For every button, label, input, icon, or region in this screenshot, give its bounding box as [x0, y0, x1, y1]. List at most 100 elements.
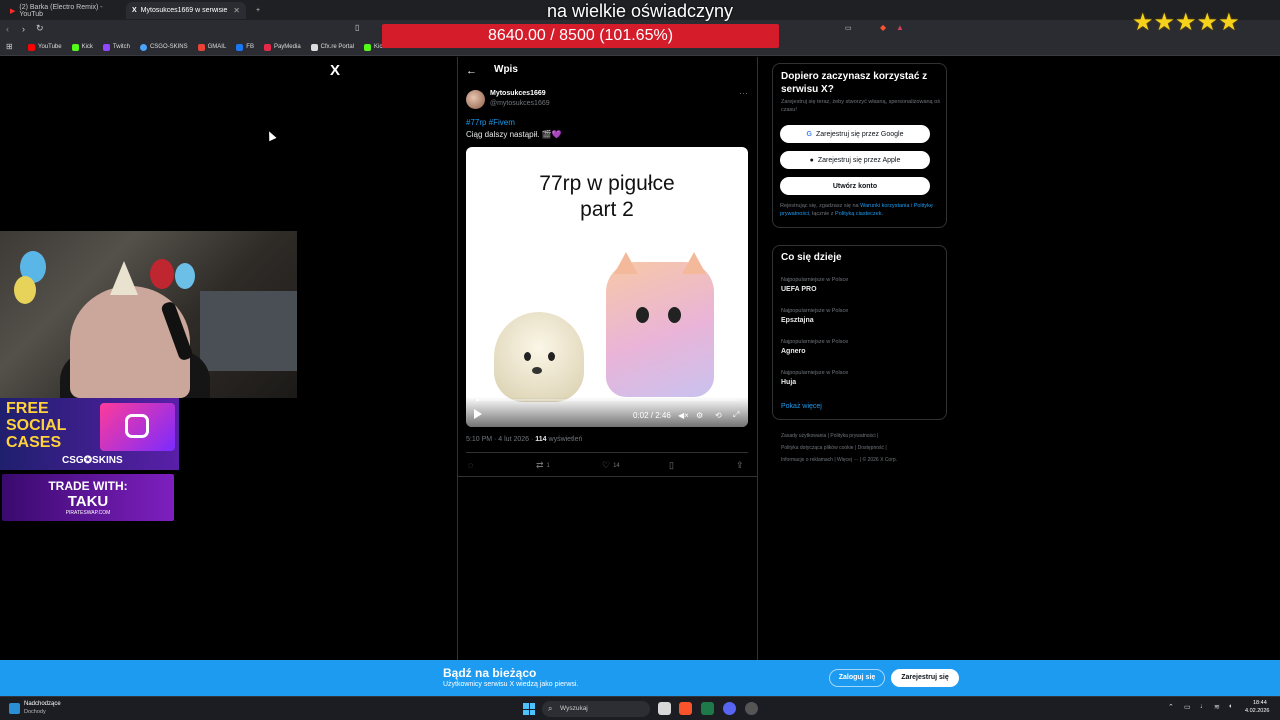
video-progress-bar[interactable] — [476, 399, 738, 401]
discord-icon[interactable] — [723, 702, 736, 715]
tray-chevron-icon[interactable]: ⌃ — [1168, 703, 1174, 711]
show-more-link[interactable]: Pokaż więcej — [781, 403, 822, 410]
clock-date[interactable]: 4.02.2026 — [1245, 708, 1269, 714]
share-button[interactable]: ⇪ — [736, 460, 744, 471]
loop-icon[interactable]: ⟲ — [715, 411, 722, 420]
new-tab-button[interactable]: + — [250, 2, 266, 19]
kick-icon — [364, 43, 371, 51]
mouse-cursor-icon — [265, 129, 277, 142]
ad-url: PIRATESWAP.COM — [65, 510, 111, 516]
google-icon: G — [806, 130, 812, 138]
apple-signup-button[interactable]: ● Zarejestruj się przez Apple — [780, 151, 930, 169]
banner-title: Bądź na bieżąco — [443, 666, 537, 680]
back-arrow-icon[interactable]: ← — [466, 65, 477, 77]
taskbar-search[interactable]: ⌕ Wyszukaj — [542, 701, 650, 717]
post-text: Ciąg dalszy nastąpił. 🎬💜 — [466, 130, 562, 139]
bookmark-youtube[interactable]: YouTube — [28, 43, 62, 51]
video-controls — [466, 397, 748, 427]
x-logo[interactable]: X — [330, 62, 340, 79]
share-icon: ⇪ — [736, 460, 744, 470]
bookmark-twitch[interactable]: Twitch — [102, 43, 130, 51]
post-meta: 5:10 PM · 4 lut 2026 · 114 wyświetleń — [466, 436, 583, 443]
cat-image — [606, 252, 714, 397]
windows-start-icon[interactable] — [523, 703, 535, 715]
close-tab-icon[interactable]: ✕ — [233, 6, 240, 15]
author-handle[interactable]: @mytosukces1669 — [490, 100, 550, 107]
avatar[interactable] — [466, 90, 485, 109]
paymedia-icon — [263, 43, 271, 51]
back-icon[interactable]: ‹ — [6, 24, 9, 34]
balloon — [150, 259, 174, 289]
weather-icon[interactable] — [9, 703, 20, 714]
cookies-link[interactable]: Polityką ciasteczek — [835, 211, 881, 217]
divider — [466, 452, 748, 453]
gmail-icon — [197, 43, 205, 51]
free-social-cases-ad: FREE SOCIAL CASES CSG✪SKINS — [0, 398, 179, 470]
google-signup-button[interactable]: G Zarejestruj się przez Google — [780, 125, 930, 143]
brave-browser-icon[interactable] — [679, 702, 692, 715]
kick-icon — [71, 43, 79, 51]
bookmark-button[interactable]: ▯ — [669, 460, 674, 471]
apps-grid-icon[interactable]: ⊞ — [6, 42, 13, 51]
video-player[interactable]: 77rp w pigułce part 2 0:02 / 2:46 ◀× ⚙ ⟲… — [466, 147, 748, 427]
trend-item[interactable]: Najpopularniejsze w Polsce Agnero — [781, 339, 848, 355]
register-button[interactable]: Zarejestruj się — [891, 669, 959, 687]
pirateswap-ad: TRADE WITH: TAKU PIRATESWAP.COM — [2, 474, 174, 521]
play-icon[interactable] — [474, 409, 482, 419]
csgo-skins-icon — [139, 43, 147, 51]
terms-link[interactable]: Warunki korzystania — [860, 203, 909, 209]
author-name[interactable]: Mytosukces1669 — [490, 90, 546, 97]
network-icon[interactable]: ▭ — [1184, 703, 1191, 711]
brave-shield-icon[interactable]: ◆ — [880, 23, 886, 32]
create-account-button[interactable]: Utwórz konto — [780, 177, 930, 195]
fullscreen-icon[interactable]: ⤢ — [733, 410, 739, 420]
settings-gear-icon[interactable]: ⚙ — [696, 411, 703, 420]
csg-skins-logo: CSG✪SKINS — [62, 455, 123, 466]
trend-item[interactable]: Najpopularniejsze w Polsce Huja — [781, 370, 848, 386]
dog-image — [494, 312, 584, 402]
microphone-icon[interactable]: ♩ — [1200, 703, 1207, 710]
repost-button[interactable]: ⇄ 1 — [536, 460, 550, 471]
tab-x-post[interactable]: X Mytosukces1669 w serwisie X: „# ✕ — [126, 2, 246, 19]
wifi-icon[interactable]: ≋ — [1214, 703, 1220, 711]
divider — [458, 476, 757, 477]
bookmark-gmail[interactable]: GMAIL — [197, 43, 226, 51]
signup-card: Dopiero zaczynasz korzystać z serwisu X?… — [772, 63, 947, 228]
search-icon: ⌕ — [548, 704, 553, 713]
screen-icon[interactable]: ▭ — [845, 24, 852, 32]
clock-time[interactable]: 18:44 — [1253, 700, 1267, 706]
post-hashtags[interactable]: #77rp #Fivem — [466, 118, 515, 127]
obs-icon[interactable] — [745, 702, 758, 715]
view-count: 114 — [535, 436, 547, 443]
stream-goal-title: na wielkie oświadczyny — [546, 1, 734, 21]
bookmark-icon[interactable]: ▯ — [355, 23, 359, 32]
more-options-icon[interactable]: ··· — [739, 88, 748, 98]
footer-links[interactable]: Zasady użytkowania | Polityka prywatnośc… — [781, 430, 941, 466]
trend-item[interactable]: Najpopularniejsze w Polsce UEFA PRO — [781, 277, 848, 293]
tab-youtube[interactable]: ▶ (2) Barka (Electro Remix) - YouTub — [4, 2, 119, 19]
balloon — [175, 263, 195, 289]
forward-icon[interactable]: › — [22, 24, 25, 34]
bookmark-csgo-skins[interactable]: CSGO-SKINS — [139, 43, 188, 51]
excel-icon[interactable] — [701, 702, 714, 715]
video-progress-fill — [476, 399, 480, 401]
like-button[interactable]: ♡ 14 — [602, 460, 620, 471]
reply-button[interactable]: ◌ — [468, 460, 473, 470]
bookmark-kick[interactable]: Kick — [71, 43, 93, 51]
task-view-icon[interactable] — [658, 702, 671, 715]
mute-icon[interactable]: ◀× — [678, 411, 689, 420]
bookmark-cfx[interactable]: Cfx.re Portal — [310, 43, 354, 51]
reload-icon[interactable]: ↻ — [36, 23, 44, 34]
heart-icon: ♡ — [602, 460, 611, 470]
trend-item[interactable]: Najpopularniejsze w Polsce Epsztajna — [781, 308, 848, 324]
trends-title: Co się dzieje — [781, 252, 842, 263]
weather-widget-subtitle: Dochody — [24, 709, 46, 715]
apple-icon: ● — [809, 156, 814, 164]
weather-widget-title[interactable]: Nadchodzące — [24, 701, 61, 707]
volume-icon[interactable]: ◖ — [1228, 703, 1232, 710]
rewards-icon[interactable]: ▲ — [896, 23, 904, 32]
bookmark-fb[interactable]: FB — [236, 43, 254, 51]
balloon — [14, 276, 36, 304]
login-button[interactable]: Zaloguj się — [829, 669, 885, 687]
bookmark-paymedia[interactable]: PayMedia — [263, 43, 301, 51]
